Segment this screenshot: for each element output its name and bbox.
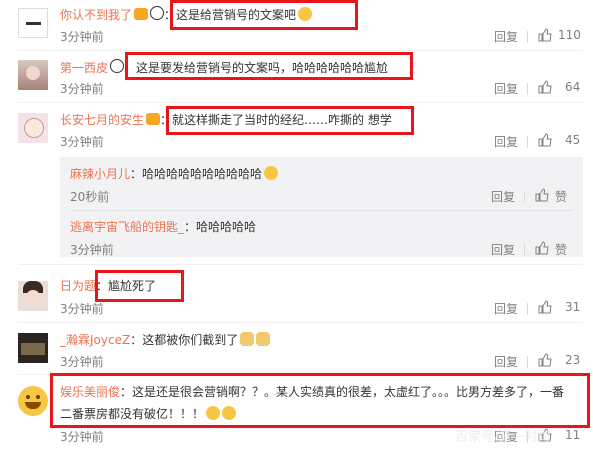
reply-text-line: 麻辣小月儿：哈哈哈哈哈哈哈哈哈哈 [70,166,279,182]
watermark: 百家号/第一时尚 [455,430,551,445]
thumbs-up-icon[interactable] [538,133,552,147]
vip-badge-icon [146,113,161,125]
divider [527,356,528,368]
thumbs-up-icon[interactable] [538,300,552,314]
reply-time: 3分钟前 [70,243,114,257]
reply-text: 哈哈哈哈哈哈哈哈哈哈 [142,167,263,181]
comment-divider [18,102,583,103]
highlight-box [95,270,184,302]
reply-button[interactable]: 回复 [494,300,518,317]
thumbs-up-icon[interactable] [535,241,549,255]
avatar[interactable] [18,60,48,90]
reply-text-line: 逃离宇宙飞船的钥匙_：哈哈哈哈哈 [70,219,256,235]
separator: ： [130,333,143,347]
highlight-box [166,106,414,135]
divider [527,303,528,315]
reply-text: 哈哈哈哈哈 [196,220,257,234]
like-label[interactable]: 赞 [555,188,567,205]
like-count: 45 [565,133,581,147]
comment-time: 3分钟前 [60,30,104,44]
reply-button[interactable]: 回复 [494,80,518,97]
like-count: 11 [565,428,581,442]
thumbs-up-icon[interactable] [535,188,549,202]
divider [524,191,525,203]
separator: ： [130,167,143,181]
comment-time: 3分钟前 [60,430,104,444]
comment-divider [18,50,583,51]
username-link[interactable]: 第一西皮 [60,61,108,75]
like-label[interactable]: 赞 [555,241,567,258]
like-count: 31 [565,300,581,314]
divider [527,136,528,148]
cat-face-emoji-icon [256,332,271,346]
like-count: 110 [558,28,581,42]
separator: ： [184,220,197,234]
username-link[interactable]: 逃离宇宙飞船的钥匙_ [70,220,184,234]
comment-divider [18,322,583,323]
avatar[interactable] [18,281,48,311]
comment-text: 这都被你们截到了 [142,333,239,347]
username-link[interactable]: 长安七月的安生 [60,113,144,127]
panda-badge-icon [150,6,165,20]
cat-face-emoji-icon [240,332,255,346]
username-link[interactable]: 麻辣小月儿 [70,167,130,181]
username-link[interactable]: 日为题 [60,279,96,293]
thumbs-up-icon[interactable] [538,28,552,42]
reply-time: 20秒前 [70,190,110,204]
thumbs-up-icon[interactable] [538,80,552,94]
username-link[interactable]: 你认不到我了 [60,8,132,22]
thumbs-up-icon[interactable] [538,353,552,367]
avatar[interactable] [18,386,48,416]
reply-button[interactable]: 回复 [494,353,518,370]
like-count: 23 [565,353,581,367]
highlight-box [170,0,358,30]
vip-badge-icon [134,8,149,20]
comment-time: 3分钟前 [60,355,104,369]
reply-button[interactable]: 回复 [491,188,515,205]
divider [527,83,528,95]
comment-time: 3分钟前 [60,82,104,96]
avatar[interactable] [18,333,48,363]
comment-time: 3分钟前 [60,135,104,149]
comment-text-line: _瀚霖JoyceZ：这都被你们截到了 [60,332,271,348]
reply-button[interactable]: 回复 [491,241,515,258]
reply-button[interactable]: 回复 [494,133,518,150]
avatar[interactable] [18,8,48,38]
comment-time: 3分钟前 [60,302,104,316]
divider [527,31,528,43]
avatar[interactable] [18,113,48,143]
highlight-box [125,52,413,80]
reply-button[interactable]: 回复 [494,28,518,45]
divider [524,244,525,256]
like-count: 64 [565,80,581,94]
comment-divider [18,264,583,265]
username-link[interactable]: _瀚霖JoyceZ [60,333,130,347]
laughing-emoji-icon [264,166,279,180]
panda-badge-icon [110,59,125,73]
reply-divider [70,210,573,211]
highlight-box [50,373,590,428]
